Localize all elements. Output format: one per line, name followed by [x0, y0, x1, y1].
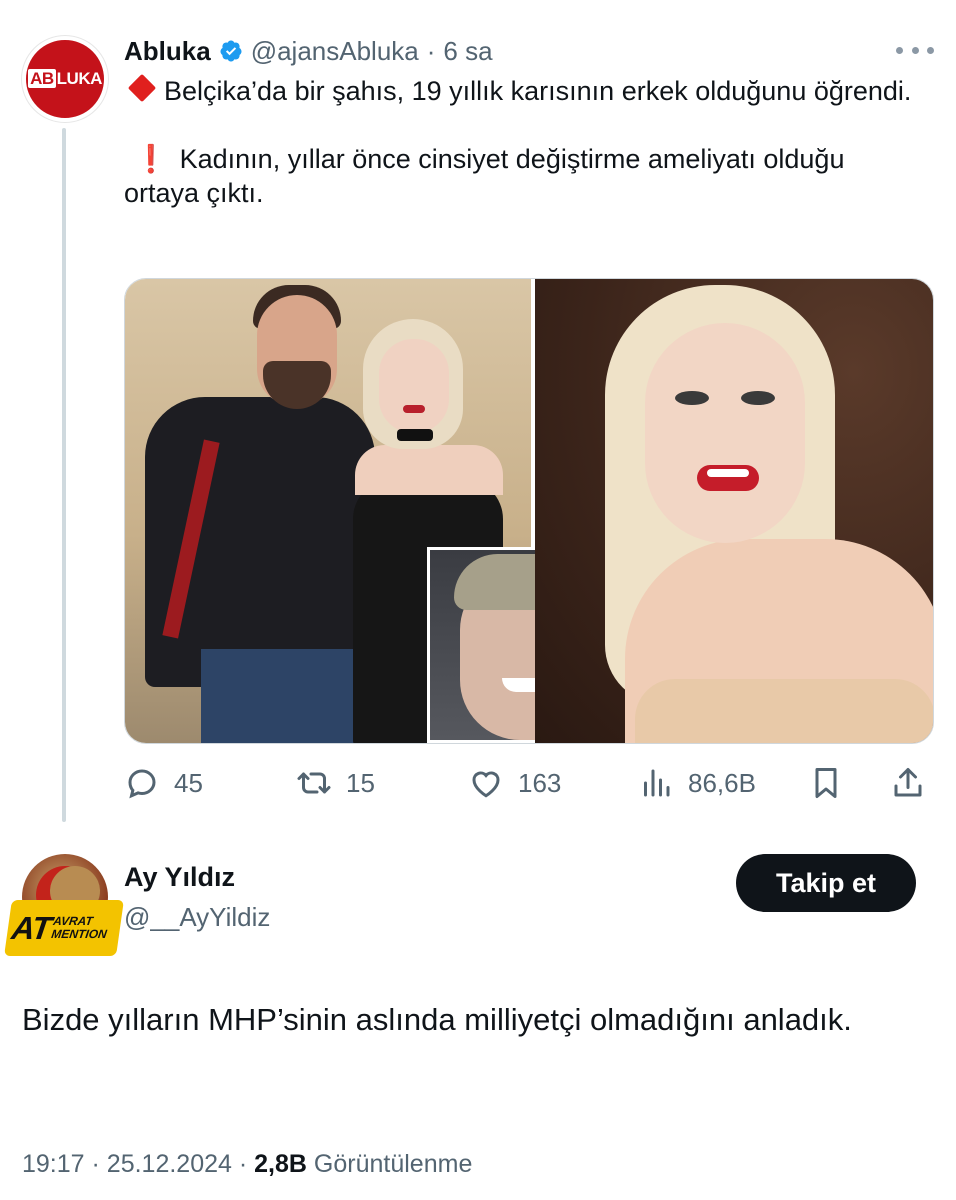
repost-icon — [297, 772, 331, 794]
repost-button[interactable]: 15 — [296, 760, 375, 806]
reply-views-label: Görüntülenme — [313, 1150, 473, 1178]
thread-connector-line — [62, 128, 66, 822]
red-diamond-icon — [127, 73, 157, 103]
tweet-header: Abluka @ajansAbluka · 6 sa — [124, 34, 493, 68]
reply-date[interactable]: 25.12.2024 — [107, 1150, 232, 1178]
avrat-mention-badge: AT AVRAT MENTION — [4, 900, 124, 956]
reply-time[interactable]: 19:17 — [22, 1150, 85, 1178]
exclamation-icon: ❗ — [134, 144, 168, 174]
share-icon — [894, 768, 922, 797]
views-count: 86,6B — [688, 767, 756, 798]
share-button[interactable] — [890, 760, 940, 806]
views-icon — [644, 769, 670, 797]
tweet-paragraph-2: ❗ Kadının, yıllar önce cinsiyet değiştirm… — [124, 144, 845, 208]
reply-button[interactable]: 45 — [124, 760, 203, 806]
more-icon[interactable] — [896, 40, 934, 60]
bookmark-button[interactable] — [808, 760, 858, 806]
tweet-body: Belçika’da bir şahıs, 19 yıllık karısını… — [124, 73, 914, 244]
abluka-avatar[interactable]: AB LUKA — [22, 36, 108, 122]
follow-button[interactable]: Takip et — [736, 854, 916, 912]
views-button[interactable]: 86,6B — [638, 760, 756, 806]
author-handle[interactable]: @ajansAbluka — [251, 36, 419, 67]
like-button[interactable]: 163 — [468, 760, 561, 806]
like-count: 163 — [518, 767, 562, 798]
bookmark-icon — [815, 768, 837, 798]
tweet-paragraph-1: Belçika’da bir şahıs, 19 yıllık karısını… — [124, 73, 914, 108]
like-icon — [472, 771, 500, 798]
reply-views-count[interactable]: 2,8B — [254, 1150, 307, 1178]
abluka-logo: AB LUKA — [28, 69, 102, 88]
author-name[interactable]: Abluka — [124, 36, 211, 67]
reply-body: Bizde yılların MHP’sinin aslında milliye… — [22, 1002, 852, 1037]
tweet-actions: 45 15 163 86,6B — [124, 760, 936, 806]
media-photo-couple[interactable] — [125, 279, 627, 743]
tweet-media[interactable] — [124, 278, 934, 744]
verified-icon — [220, 40, 242, 62]
reply-count: 45 — [174, 767, 203, 798]
reply-meta: 19:17 · 25.12.2024 · 2,8B Görüntülenme — [22, 1150, 473, 1178]
reply-icon — [128, 769, 156, 799]
repost-count: 15 — [346, 767, 375, 798]
tweet-time[interactable]: 6 sa — [443, 36, 492, 67]
reply-author-handle[interactable]: @__AyYildiz — [124, 902, 270, 933]
header-separator: · — [426, 35, 436, 66]
media-photo-portrait[interactable] — [535, 279, 933, 743]
reply-author-name[interactable]: Ay Yıldız — [124, 862, 235, 893]
